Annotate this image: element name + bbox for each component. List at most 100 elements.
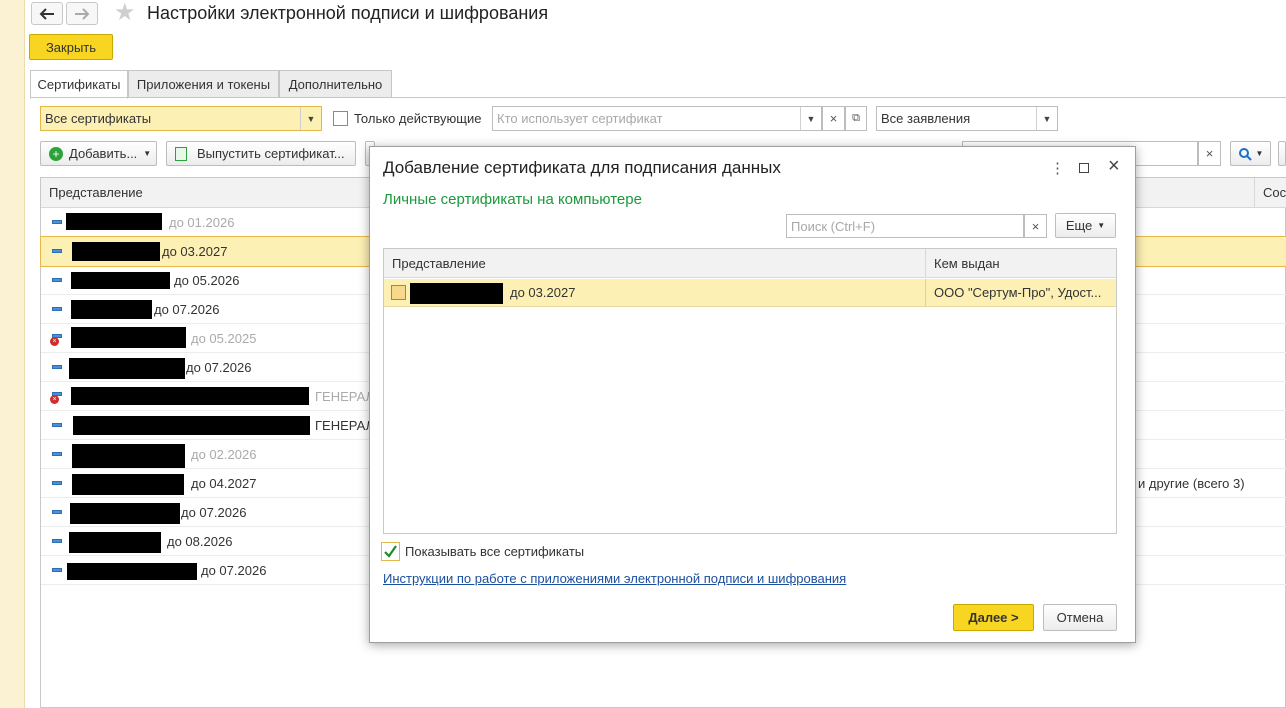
certificate-icon	[52, 481, 62, 485]
redacted-name	[70, 503, 180, 524]
certificate-icon	[52, 539, 62, 543]
only-active-checkbox[interactable]	[333, 111, 348, 126]
next-button[interactable]: Далее >	[953, 604, 1034, 631]
more-button[interactable]: Еще ▼	[1055, 213, 1116, 238]
certificate-icon	[52, 423, 62, 427]
add-certificate-dialog: Добавление сертификата для подписания да…	[369, 146, 1136, 643]
row-validity: до 07.2026	[201, 563, 267, 578]
redacted-name	[410, 283, 503, 304]
checkmark-icon	[384, 545, 397, 558]
redacted-name	[71, 272, 170, 289]
back-button[interactable]	[31, 2, 63, 25]
more-button-label: Еще	[1065, 218, 1093, 233]
search-icon	[1238, 147, 1252, 161]
chevron-down-icon[interactable]: ▼	[800, 107, 821, 130]
side-strip	[0, 0, 25, 708]
certs-filter-value: Все сертификаты	[45, 111, 152, 126]
favorite-star-icon[interactable]: ★	[114, 0, 136, 26]
table-row[interactable]: до 03.2027 ООО "Сертум-Про", Удост...	[384, 279, 1116, 307]
document-icon	[175, 146, 187, 161]
certificate-icon	[52, 307, 62, 311]
col-presentation: Представление	[49, 185, 143, 200]
chevron-down-icon: ▼	[1255, 149, 1264, 158]
table-header: Представление Кем выдан	[384, 249, 1116, 278]
clear-icon[interactable]: ×	[1198, 141, 1221, 166]
certificate-icon	[52, 510, 62, 514]
certificate-icon	[52, 568, 62, 572]
col-divider	[1254, 178, 1255, 208]
redacted-name	[71, 387, 309, 405]
clear-icon[interactable]: ×	[1024, 214, 1047, 238]
applications-filter-select[interactable]: Все заявления ▼	[876, 106, 1058, 131]
chevron-down-icon[interactable]: ▼	[1036, 107, 1057, 130]
redacted-name	[73, 416, 310, 435]
row-validity: до 07.2026	[181, 505, 247, 520]
add-button[interactable]: + Добавить... ▼	[40, 141, 157, 166]
row-validity: до 07.2026	[186, 360, 252, 375]
user-filter-input[interactable]: Кто использует сертификат ▼	[492, 106, 822, 131]
applications-filter-value: Все заявления	[881, 111, 971, 126]
dialog-search-input[interactable]: Поиск (Ctrl+F)	[786, 214, 1024, 238]
error-icon: ×	[50, 337, 59, 346]
redacted-name	[67, 563, 197, 580]
col-issuer: Кем выдан	[934, 256, 1000, 271]
col-status: Сос	[1263, 185, 1286, 200]
tab-apps-tokens[interactable]: Приложения и токены	[128, 70, 279, 98]
only-active-label: Только действующие	[354, 111, 482, 126]
show-all-checkbox[interactable]	[381, 542, 400, 561]
row-validity: до 05.2025	[191, 331, 257, 346]
dialog-subtitle: Личные сертификаты на компьютере	[383, 191, 642, 208]
close-icon[interactable]: ×	[1108, 156, 1120, 176]
chevron-down-icon: ▼	[143, 149, 152, 158]
certificate-icon	[52, 452, 62, 456]
tab-additional[interactable]: Дополнительно	[279, 70, 392, 98]
row-validity: до 03.2027	[510, 285, 576, 300]
add-button-label: Добавить...	[69, 146, 138, 161]
forward-button[interactable]	[66, 2, 98, 25]
certificate-icon	[52, 220, 62, 224]
dialog-certificates-table[interactable]: Представление Кем выдан до 03.2027 ООО "…	[383, 248, 1117, 534]
user-filter-placeholder: Кто использует сертификат	[497, 111, 663, 126]
redacted-name	[69, 532, 161, 553]
issue-certificate-label: Выпустить сертификат...	[197, 146, 345, 161]
more-button-partial[interactable]	[1278, 141, 1286, 166]
row-validity: до 08.2026	[167, 534, 233, 549]
more-vertical-icon[interactable]: ⋮	[1050, 159, 1065, 177]
row-issuer: ООО "Сертум-Про", Удост...	[934, 285, 1102, 300]
instructions-link[interactable]: Инструкции по работе с приложениями элек…	[383, 571, 846, 586]
maximize-icon[interactable]	[1079, 163, 1089, 173]
issue-certificate-button[interactable]: Выпустить сертификат...	[166, 141, 356, 166]
row-validity: ГЕНЕРАЛ	[315, 389, 375, 404]
plus-icon: +	[49, 146, 63, 161]
certs-filter-select[interactable]: Все сертификаты ▼	[40, 106, 322, 131]
row-validity: до 04.2027	[191, 476, 257, 491]
cancel-button[interactable]: Отмена	[1043, 604, 1117, 631]
row-validity: до 07.2026	[154, 302, 220, 317]
col-divider	[925, 279, 926, 307]
redacted-name	[69, 358, 185, 379]
certificate-icon	[391, 285, 406, 300]
clear-icon[interactable]: ×	[822, 106, 845, 131]
row-validity: до 05.2026	[174, 273, 240, 288]
row-note: и другие (всего 3)	[1138, 476, 1245, 491]
open-icon[interactable]: ⧉	[845, 106, 867, 131]
row-validity: до 02.2026	[191, 447, 257, 462]
close-button[interactable]: Закрыть	[29, 34, 113, 60]
certificate-icon	[52, 365, 62, 369]
col-divider	[925, 249, 926, 278]
tab-divider	[30, 97, 1286, 98]
row-validity: до 03.2027	[162, 244, 228, 259]
chevron-down-icon[interactable]: ▼	[300, 107, 321, 130]
page-title: Настройки электронной подписи и шифрован…	[147, 3, 549, 23]
dialog-title: Добавление сертификата для подписания да…	[383, 158, 781, 177]
arrow-right-icon	[75, 7, 90, 20]
show-all-label: Показывать все сертификаты	[405, 544, 585, 559]
redacted-name	[71, 300, 152, 319]
col-presentation: Представление	[392, 256, 486, 271]
search-button[interactable]: ▼	[1230, 141, 1271, 166]
arrow-left-icon	[39, 7, 54, 20]
redacted-name	[66, 213, 162, 230]
tab-certificates[interactable]: Сертификаты	[30, 70, 128, 99]
row-validity: ГЕНЕРАЛ	[315, 418, 375, 433]
chevron-down-icon: ▼	[1097, 221, 1106, 230]
